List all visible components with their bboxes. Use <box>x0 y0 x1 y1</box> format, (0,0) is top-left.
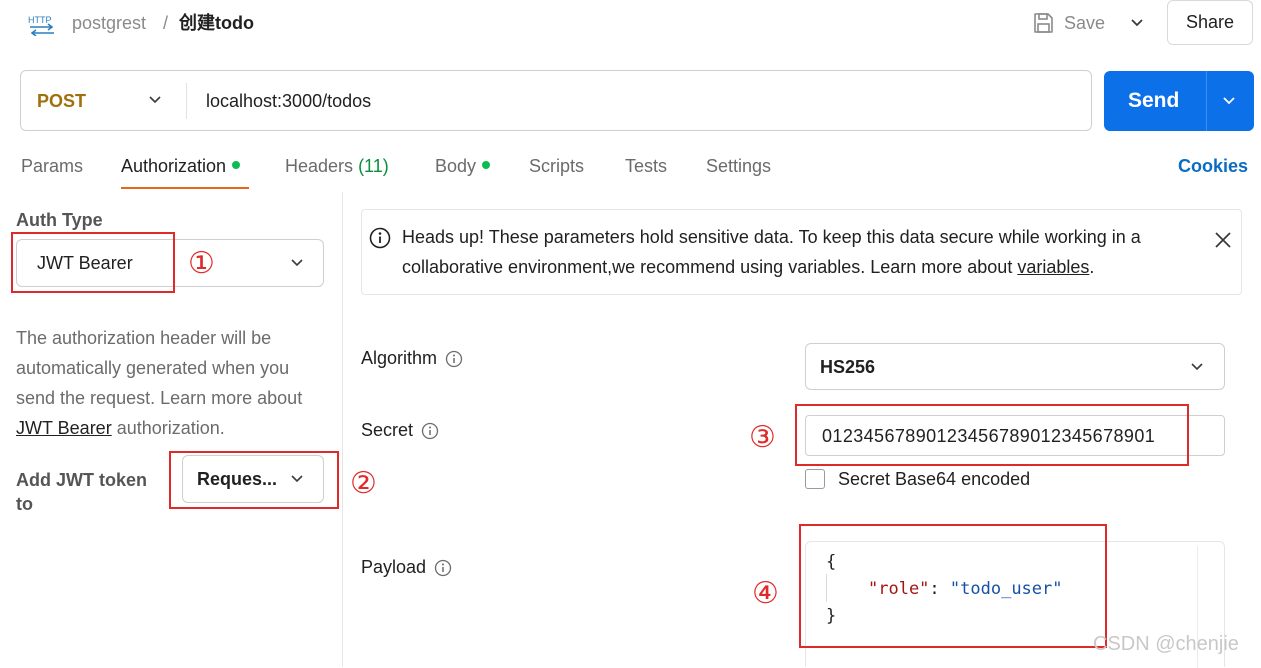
auth-description-text: The authorization header will be automat… <box>16 328 303 408</box>
send-button[interactable]: Send <box>1104 71 1254 131</box>
annotation-number-3: ③ <box>749 421 776 454</box>
secret-base64-label: Secret Base64 encoded <box>838 469 1031 489</box>
auth-description: The authorization header will be automat… <box>16 323 331 443</box>
annotation-box-secret <box>795 404 1189 466</box>
request-url-bar: POST localhost:3000/todos <box>20 70 1092 131</box>
chevron-down-icon <box>291 259 303 267</box>
tab-scripts[interactable]: Scripts <box>529 156 584 177</box>
payload-label: Payload <box>361 557 452 578</box>
save-options-chevron-icon[interactable] <box>1128 14 1146 32</box>
tab-authorization-label: Authorization <box>121 156 227 176</box>
chevron-down-icon <box>1191 363 1203 371</box>
save-icon <box>1034 13 1053 33</box>
banner-suffix: . <box>1089 257 1095 277</box>
watermark: CSDN @chenjie <box>1093 633 1239 655</box>
jwt-bearer-docs-link[interactable]: JWT Bearer <box>16 418 112 438</box>
url-divider <box>186 83 187 119</box>
auth-type-label: Auth Type <box>16 210 103 230</box>
tab-body-label: Body <box>435 156 477 176</box>
secret-label-text: Secret <box>361 420 414 440</box>
http-request-icon: HTTP <box>28 12 56 37</box>
annotation-box-auth-type <box>11 232 175 293</box>
secret-base64-checkbox[interactable] <box>805 469 825 489</box>
info-icon[interactable] <box>445 350 463 368</box>
authorization-status-dot <box>232 161 241 170</box>
body-status-dot <box>482 161 491 170</box>
breadcrumb-collection[interactable]: postgrest <box>72 12 146 34</box>
info-icon[interactable] <box>421 422 439 440</box>
algorithm-select[interactable]: HS256 <box>805 343 1225 390</box>
info-icon[interactable] <box>434 559 452 577</box>
sensitive-data-banner: Heads up! These parameters hold sensitiv… <box>361 209 1242 295</box>
tab-body[interactable]: Body <box>435 156 491 177</box>
annotation-box-add-token <box>169 451 339 509</box>
send-divider <box>1206 71 1207 131</box>
send-label: Send <box>1128 89 1180 112</box>
panel-divider[interactable] <box>342 192 343 667</box>
tab-headers-label: Headers <box>285 156 354 176</box>
auth-description-suffix: authorization. <box>111 418 225 438</box>
send-options-chevron-icon[interactable] <box>1221 93 1237 109</box>
algorithm-label-text: Algorithm <box>361 348 438 368</box>
share-button[interactable]: Share <box>1167 0 1253 45</box>
variables-link[interactable]: variables <box>1017 257 1089 277</box>
info-icon <box>369 227 391 249</box>
tab-headers[interactable]: Headers (11) <box>285 156 389 177</box>
method-chevron-down-icon[interactable] <box>147 92 163 108</box>
annotation-box-payload <box>799 524 1107 648</box>
algorithm-label: Algorithm <box>361 348 463 369</box>
headers-count: (11) <box>358 156 389 176</box>
cookies-link[interactable]: Cookies <box>1178 156 1248 177</box>
active-tab-indicator <box>121 187 249 189</box>
algorithm-value: HS256 <box>820 357 876 377</box>
tab-tests[interactable]: Tests <box>625 156 667 177</box>
save-button[interactable]: Save <box>1032 10 1105 36</box>
method-select[interactable]: POST <box>37 91 86 112</box>
tab-settings[interactable]: Settings <box>706 156 771 177</box>
breadcrumb-separator: / <box>163 13 169 33</box>
banner-message: Heads up! These parameters hold sensitiv… <box>402 222 1202 282</box>
svg-text:HTTP: HTTP <box>28 15 52 25</box>
save-label: Save <box>1064 12 1106 33</box>
tab-params[interactable]: Params <box>21 156 83 177</box>
request-name[interactable]: 创建todo <box>179 12 254 34</box>
url-input[interactable]: localhost:3000/todos <box>206 91 371 112</box>
tab-authorization[interactable]: Authorization <box>121 156 241 177</box>
close-icon[interactable] <box>1214 231 1232 249</box>
add-jwt-token-label: Add JWT token to <box>16 470 147 514</box>
annotation-number-1: ① <box>188 247 215 280</box>
annotation-number-4: ④ <box>752 577 779 610</box>
payload-label-text: Payload <box>361 557 427 577</box>
annotation-number-2: ② <box>350 467 377 500</box>
secret-label: Secret <box>361 420 439 441</box>
